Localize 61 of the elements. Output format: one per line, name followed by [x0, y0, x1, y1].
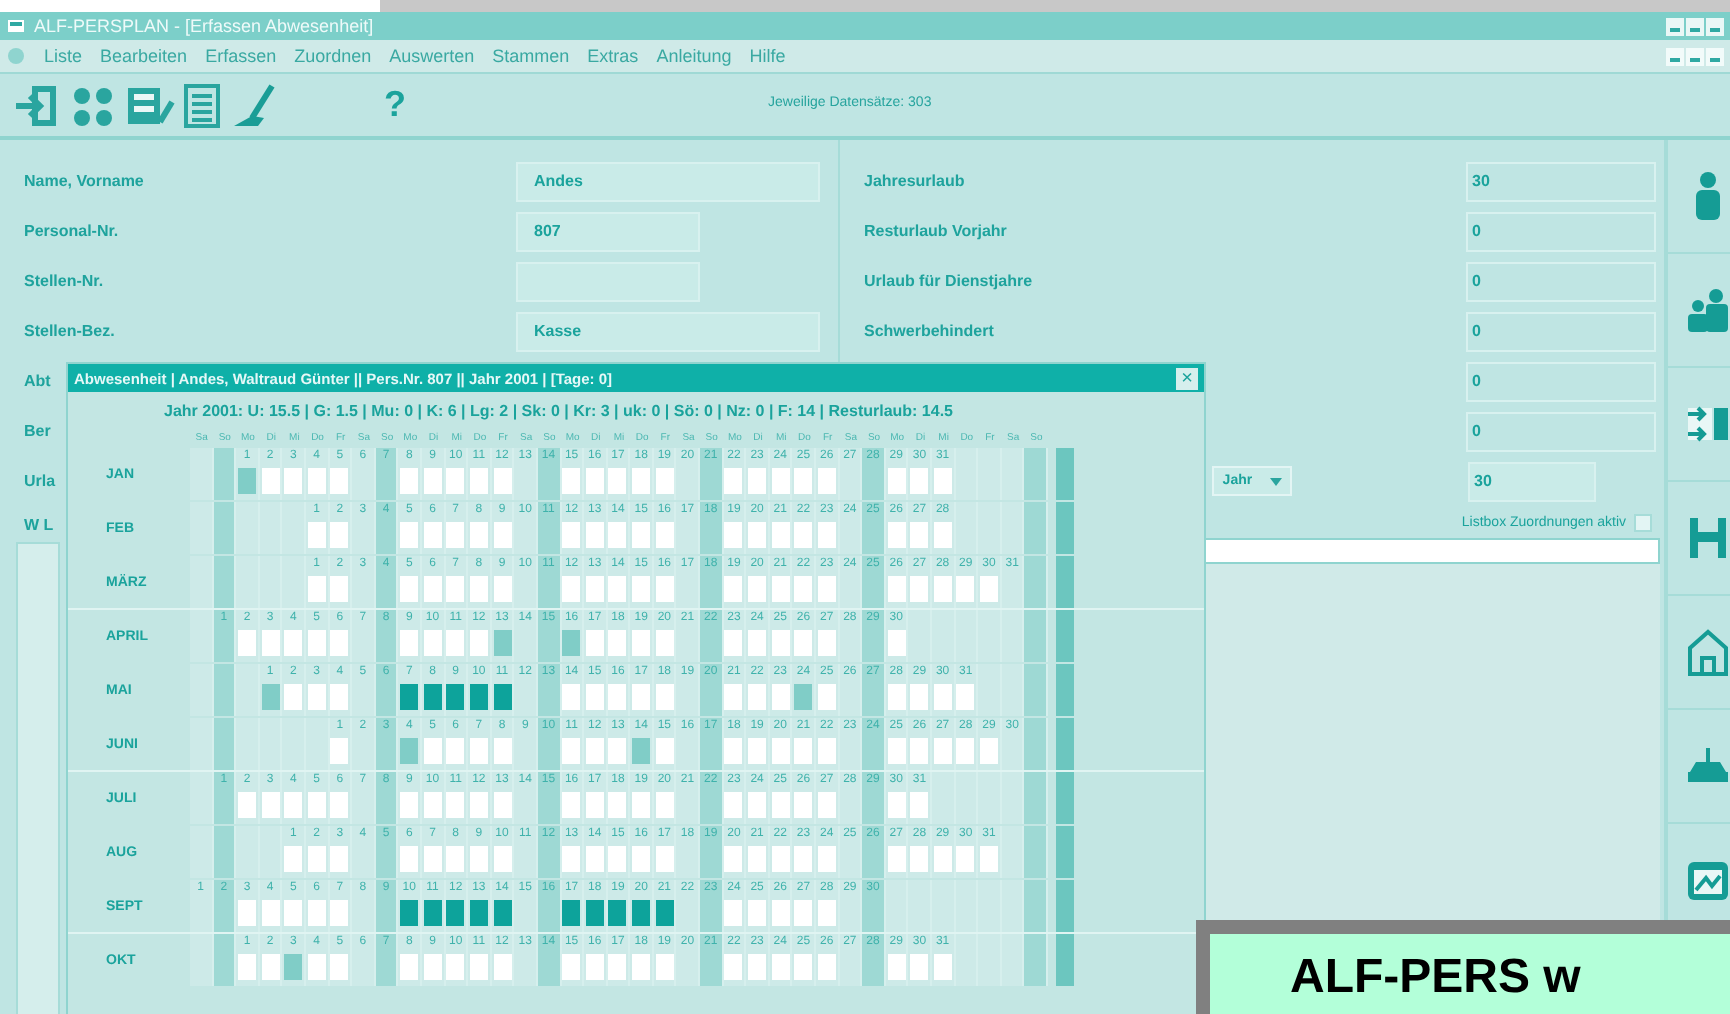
- caption-text: ALF-PERS w: [1290, 950, 1581, 1004]
- field-label: Urla: [24, 472, 56, 490]
- menu-item[interactable]: Bearbeiten: [100, 46, 188, 66]
- field-label: Stellen-Bez.: [24, 322, 117, 340]
- menu-item[interactable]: Stammen: [492, 46, 570, 66]
- text-field[interactable]: Kasse: [516, 311, 820, 351]
- close-button[interactable]: ×: [1176, 367, 1198, 389]
- text-field[interactable]: 0: [1466, 311, 1656, 351]
- field-label: Jahresurlaub: [864, 172, 967, 190]
- row-end-marker: [1055, 448, 1074, 500]
- field-label: Abt: [24, 372, 51, 390]
- text-field[interactable]: Andes: [516, 161, 820, 201]
- list-header: W L: [24, 515, 56, 533]
- row-end-marker: [1055, 502, 1074, 554]
- window-control-icon[interactable]: [1666, 47, 1684, 65]
- field-label: Resturlaub Vorjahr: [864, 222, 1009, 240]
- field-label: Ber: [24, 422, 51, 440]
- row-end-marker: [1055, 718, 1074, 770]
- text-field[interactable]: 0: [1466, 411, 1656, 451]
- row-end-marker: [1055, 934, 1074, 986]
- text-field[interactable]: 0: [1466, 361, 1656, 401]
- house-icon[interactable]: [1686, 626, 1730, 678]
- year-summary: Jahr 2001: U: 15.5 | G: 1.5 | Mu: 0 | K: 6 | Lg: 2 | Sk: 0 | Kr: 3 | uk: 0 | Sö: 0 | Nz: 0 | F: 14 | Resturlaub: 14.5: [162, 400, 956, 424]
- menu-item[interactable]: Erfassen: [205, 46, 277, 66]
- row-end-marker: [1055, 826, 1074, 878]
- text-field[interactable]: [516, 261, 700, 301]
- text-field[interactable]: 30: [1466, 161, 1656, 201]
- help-button[interactable]: ?: [384, 84, 406, 126]
- text-field[interactable]: 807: [516, 211, 700, 251]
- text-field[interactable]: 30: [1468, 461, 1596, 501]
- window-title: ALF-PERSPLAN - [Erfassen Abwesenheit]: [34, 16, 374, 36]
- list-icon[interactable]: [180, 81, 224, 129]
- app-icon: [6, 16, 26, 36]
- field-label: Schwerbehindert: [864, 322, 996, 340]
- window-control-icon[interactable]: [1706, 47, 1724, 65]
- menu-item[interactable]: Hilfe: [749, 46, 786, 66]
- row-end-marker: [1055, 772, 1074, 824]
- menu-item[interactable]: Anleitung: [656, 46, 732, 66]
- window-control-icon[interactable]: [1686, 47, 1704, 65]
- row-end-marker: [1055, 610, 1074, 662]
- text-field[interactable]: 0: [1466, 211, 1656, 251]
- field-label: Name, Vorname: [24, 172, 146, 190]
- menu-item[interactable]: Extras: [587, 46, 639, 66]
- record-list[interactable]: [16, 542, 60, 1014]
- caret-icon: [1269, 477, 1282, 485]
- menu-item[interactable]: Zuordnen: [294, 46, 372, 66]
- group-icon[interactable]: [1686, 284, 1730, 336]
- window-control-icon[interactable]: [1686, 17, 1704, 35]
- field-label: Urlaub für Dienstjahre: [864, 272, 1035, 290]
- text-field[interactable]: 0: [1466, 261, 1656, 301]
- row-end-marker: [1055, 880, 1074, 932]
- figure-icon[interactable]: [1686, 512, 1730, 564]
- field-label: Personal-Nr.: [24, 222, 121, 240]
- menu-item[interactable]: Liste: [44, 46, 83, 66]
- window-control-icon[interactable]: [1706, 17, 1724, 35]
- menu-item[interactable]: Auswerten: [389, 46, 475, 66]
- window-control-icon[interactable]: [1666, 17, 1684, 35]
- row-end-marker: [1055, 664, 1074, 716]
- field-label: Stellen-Nr.: [24, 272, 106, 290]
- checkbox[interactable]: [1634, 513, 1652, 531]
- row-end-marker: [1055, 556, 1074, 608]
